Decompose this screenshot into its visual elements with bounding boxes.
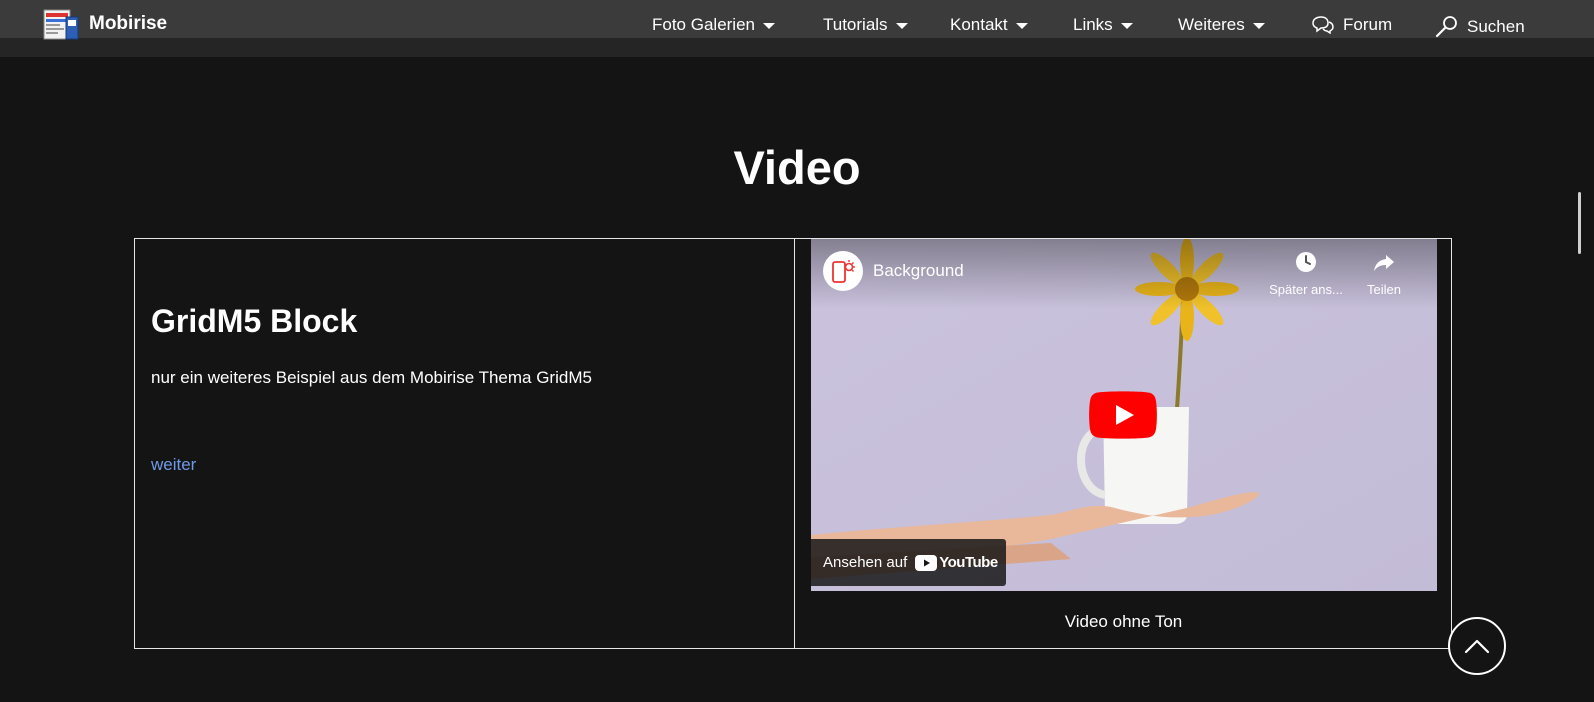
nav-item-weiteres[interactable]: Weiteres [1178,15,1265,35]
caret-down-icon [1120,23,1133,29]
block-text: nur ein weiteres Beispiel aus dem Mobiri… [151,368,592,387]
navbar: Mobirise Foto Galerien Tutorials Kontakt… [0,0,1594,57]
caret-down-icon [895,23,908,29]
video-caption: Video ohne Ton [1064,612,1183,631]
clock-icon [1296,252,1316,272]
magnifier-icon [1435,16,1457,38]
block-title: GridM5 Block [151,303,358,339]
channel-avatar[interactable] [823,251,863,291]
scroll-to-top-button[interactable] [1448,617,1506,675]
youtube-logo: YouTube [915,554,998,571]
main-menu: Foto Galerien Tutorials Kontakt Links We… [0,0,1594,54]
nav-item-tutorials[interactable]: Tutorials [823,15,908,35]
youtube-video-player[interactable]: Background Später ans... Teilen Ansehen … [811,239,1437,591]
watch-on-youtube-button[interactable]: Ansehen auf YouTube [811,539,1006,586]
nav-item-links[interactable]: Links [1073,15,1133,35]
nav-item-forum[interactable]: Forum [1311,15,1392,35]
nav-item-foto-galerien[interactable]: Foto Galerien [652,15,775,35]
grid-divider [794,238,795,649]
video-title[interactable]: Background [873,261,964,281]
scrollbar-thumb[interactable] [1578,192,1581,254]
caret-down-icon [1252,23,1265,29]
caret-down-icon [763,23,775,29]
weiter-link[interactable]: weiter [151,455,196,475]
caret-down-icon [1015,23,1028,29]
phone-sun-icon [832,260,855,283]
share-arrow-icon [1374,255,1394,271]
share-button[interactable]: Teilen [1339,251,1429,297]
nav-item-kontakt[interactable]: Kontakt [950,15,1028,35]
chevron-up-icon [1464,639,1490,654]
nav-item-suchen[interactable]: Suchen [1435,15,1525,39]
youtube-logo-icon [915,554,938,571]
watch-later-button[interactable]: Später ans... [1261,251,1351,297]
play-button[interactable] [1089,391,1157,439]
chat-bubbles-icon [1312,16,1334,34]
youtube-play-icon [1089,391,1157,439]
section-title: Video [733,141,861,194]
